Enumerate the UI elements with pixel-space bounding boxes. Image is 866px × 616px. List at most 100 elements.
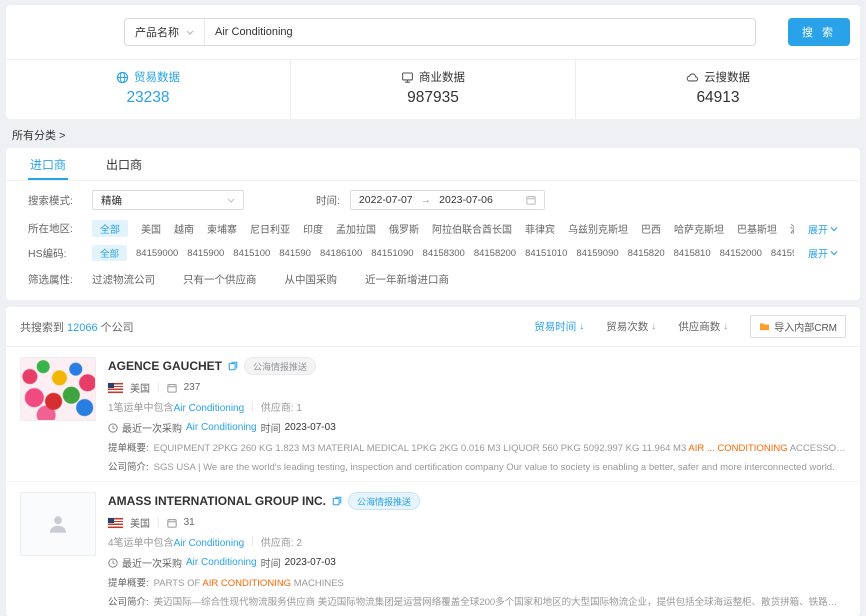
calendar-icon <box>167 518 177 528</box>
sort-supplier-count[interactable]: 供应商数↓ <box>678 319 728 334</box>
sort-trade-time[interactable]: 贸易时间↓ <box>534 319 584 334</box>
search-mode-select[interactable]: 精确 <box>92 190 244 210</box>
hs-code-chip[interactable]: 84151010 <box>525 248 567 259</box>
company-thumbnail[interactable] <box>20 357 96 421</box>
region-chip[interactable]: 哈萨克斯坦 <box>674 221 724 236</box>
region-chip[interactable]: 俄罗斯 <box>389 221 419 236</box>
region-chip[interactable]: 印度 <box>303 221 323 236</box>
tab-business-data[interactable]: 商业数据 987935 <box>290 60 575 119</box>
hs-code-chip[interactable]: 8415900 <box>187 248 224 259</box>
region-chip[interactable]: 波兰 <box>790 221 794 236</box>
import-crm-button[interactable]: 导入内部CRM <box>750 315 846 338</box>
company-card: AGENCE GAUCHET 公海情报推送 美国 | 237 1笔运单中包含Ai… <box>6 347 860 481</box>
region-filter-row: 所在地区: 全部美国越南柬埔寨尼日利亚印度孟加拉国俄罗斯阿拉伯联合酋长国菲律宾乌… <box>6 216 860 241</box>
keyword-highlight[interactable]: Air Conditioning <box>174 403 245 414</box>
bol-keyword-highlight: AIR CONDITIONING <box>202 578 291 589</box>
region-chip[interactable]: 美国 <box>141 221 161 236</box>
hs-code-chip[interactable]: 84158300 <box>423 248 465 259</box>
search-button[interactable]: 搜 索 <box>788 18 850 46</box>
date-start: 2022-07-07 <box>359 194 413 206</box>
region-chip[interactable]: 巴基斯坦 <box>737 221 777 236</box>
keyword-highlight[interactable]: Air Conditioning <box>174 538 245 549</box>
last-purchase-prefix: 最近一次采购 <box>122 555 182 570</box>
supplier-label: 供应商: <box>261 538 294 549</box>
region-chip[interactable]: 阿拉伯联合酋长国 <box>432 221 512 236</box>
attribute-option[interactable]: 只有一个供应商 <box>183 272 257 287</box>
company-body: AMASS INTERNATIONAL GROUP INC. 公海情报推送 美国… <box>108 492 846 608</box>
globe-icon <box>116 71 129 84</box>
hs-code-chip[interactable]: 8415820 <box>628 248 665 259</box>
importer-exporter-tabs: 进口商 出口商 <box>6 148 860 181</box>
hs-code-chip[interactable]: 8415900009 <box>771 248 794 259</box>
clock-icon <box>108 558 118 568</box>
search-panel: 产品名称 搜 索 贸易数据 23238 商业数据 <box>6 5 860 119</box>
last-purchase-date: 2023-07-03 <box>285 422 336 433</box>
company-country: 美国 <box>130 380 150 395</box>
region-chip[interactable]: 尼日利亚 <box>250 221 290 236</box>
tab-importer[interactable]: 进口商 <box>28 148 68 180</box>
sort-arrow-icon: ↓ <box>651 321 656 332</box>
filter-panel: 进口商 出口商 搜索模式: 精确 时间: 2022-07-07 → 2023-0… <box>6 148 860 300</box>
monitor-icon <box>401 71 414 84</box>
copy-icon[interactable] <box>332 496 342 506</box>
hs-code-chip[interactable]: 8415100 <box>233 248 270 259</box>
region-chip[interactable]: 越南 <box>174 221 194 236</box>
search-input[interactable] <box>205 26 755 38</box>
bill-of-lading-summary: 提单概要:EQUIPMENT 2PKG 260 KG 1.823 M3 MATE… <box>108 440 846 454</box>
attribute-option[interactable]: 从中国采购 <box>285 272 338 287</box>
attribute-filter-row: 筛选属性: 过滤物流公司只有一个供应商从中国采购近一年新增进口商 <box>6 265 860 295</box>
lead-badge: 公海情报推送 <box>348 492 420 510</box>
results-header: 共搜索到12066个公司 贸易时间↓ 贸易次数↓ 供应商数↓ 导入内部CRM <box>6 307 860 347</box>
hs-code-chip[interactable]: 84151090 <box>371 248 413 259</box>
stat-label: 云搜数据 <box>704 69 750 85</box>
search-input-group: 产品名称 <box>124 18 756 46</box>
chevron-down-icon <box>227 198 235 203</box>
tab-trade-data[interactable]: 贸易数据 23238 <box>6 60 290 119</box>
region-chip[interactable]: 孟加拉国 <box>336 221 376 236</box>
hs-code-chip[interactable]: 84186100 <box>320 248 362 259</box>
person-icon <box>45 511 71 537</box>
company-name[interactable]: AMASS INTERNATIONAL GROUP INC. <box>108 494 326 508</box>
hs-code-chip[interactable]: 84159090 <box>576 248 618 259</box>
tab-exporter[interactable]: 出口商 <box>104 148 144 180</box>
hs-code-expand-link[interactable]: 展开 <box>802 246 838 261</box>
company-thumbnail[interactable] <box>20 492 96 556</box>
sort-trade-count[interactable]: 贸易次数↓ <box>606 319 656 334</box>
clock-icon <box>108 423 118 433</box>
company-name[interactable]: AGENCE GAUCHET <box>108 359 222 373</box>
hs-code-chip[interactable]: 全部 <box>92 245 127 261</box>
region-expand-link[interactable]: 展开 <box>802 221 838 236</box>
tab-cloud-search-data[interactable]: 云搜数据 64913 <box>575 60 860 119</box>
keyword-highlight[interactable]: Air Conditioning <box>186 422 257 433</box>
stat-value: 23238 <box>6 89 290 107</box>
last-purchase-date: 2023-07-03 <box>285 557 336 568</box>
attribute-option[interactable]: 过滤物流公司 <box>92 272 155 287</box>
region-chip[interactable]: 乌兹别克斯坦 <box>568 221 628 236</box>
hs-code-chip[interactable]: 84152000 <box>720 248 762 259</box>
hs-code-chip[interactable]: 84159000 <box>136 248 178 259</box>
date-range-picker[interactable]: 2022-07-07 → 2023-07-06 <box>350 190 545 210</box>
region-chip[interactable]: 菲律宾 <box>525 221 555 236</box>
hs-code-chip[interactable]: 8415810 <box>674 248 711 259</box>
bol-keyword-highlight: AIR ... CONDITIONING <box>688 443 787 454</box>
copy-icon[interactable] <box>228 361 238 371</box>
results-summary: 共搜索到12066个公司 <box>20 319 134 335</box>
time-label: 时间: <box>316 193 340 208</box>
search-mode-label: 搜索模式: <box>28 193 92 208</box>
company-country: 美国 <box>130 515 150 530</box>
attribute-option[interactable]: 近一年新增进口商 <box>365 272 449 287</box>
data-source-tabs: 贸易数据 23238 商业数据 987935 云搜数据 64913 <box>6 59 860 119</box>
keyword-highlight[interactable]: Air Conditioning <box>186 557 257 568</box>
hs-code-chip[interactable]: 841590 <box>279 248 311 259</box>
region-chip[interactable]: 柬埔寨 <box>207 221 237 236</box>
company-body: AGENCE GAUCHET 公海情报推送 美国 | 237 1笔运单中包含Ai… <box>108 357 846 473</box>
hs-code-chip[interactable]: 84158200 <box>474 248 516 259</box>
all-categories-link[interactable]: 所有分类 > <box>12 127 854 143</box>
lead-badge: 公海情报推送 <box>244 357 316 375</box>
results-panel: 共搜索到12066个公司 贸易时间↓ 贸易次数↓ 供应商数↓ 导入内部CRM <box>6 307 860 616</box>
stat-label: 商业数据 <box>419 69 465 85</box>
region-chip[interactable]: 全部 <box>92 220 128 237</box>
search-category-select[interactable]: 产品名称 <box>125 19 205 45</box>
region-label: 所在地区: <box>28 221 92 236</box>
region-chip[interactable]: 巴西 <box>641 221 661 236</box>
